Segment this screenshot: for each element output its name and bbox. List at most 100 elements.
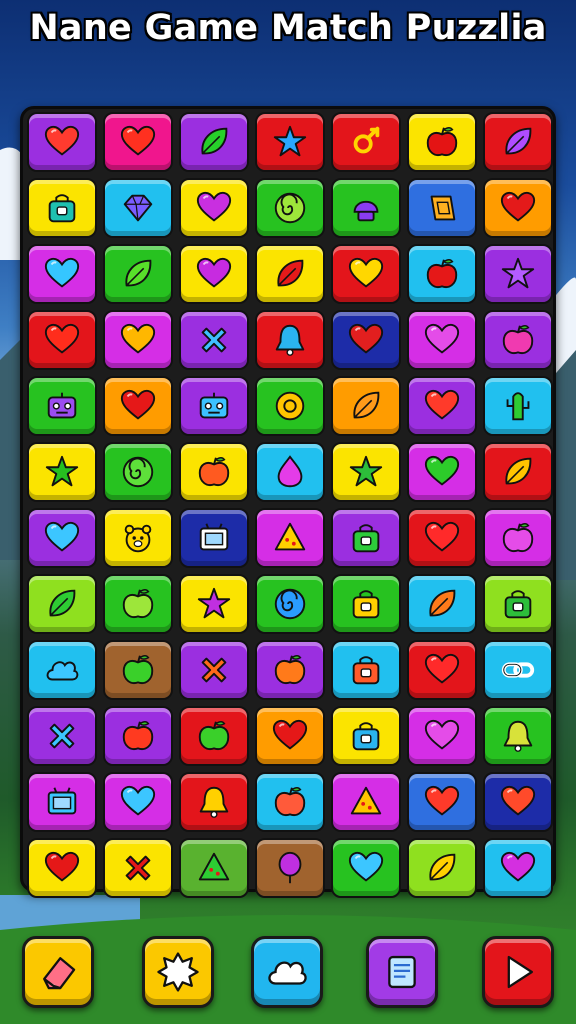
board-tile[interactable] bbox=[255, 376, 325, 436]
board-tile[interactable] bbox=[483, 244, 553, 304]
heart-icon bbox=[120, 389, 156, 420]
board-tile[interactable] bbox=[179, 376, 249, 436]
board-tile[interactable] bbox=[27, 508, 97, 568]
board-tile[interactable] bbox=[255, 442, 325, 502]
apple-icon bbox=[502, 523, 534, 552]
board-tile[interactable] bbox=[407, 508, 477, 568]
board-tile[interactable] bbox=[331, 640, 401, 700]
board-tile[interactable] bbox=[103, 244, 173, 304]
board-tile[interactable] bbox=[483, 442, 553, 502]
board-tile[interactable] bbox=[483, 112, 553, 172]
eraser-button[interactable] bbox=[22, 936, 94, 1008]
board-tile[interactable] bbox=[483, 310, 553, 370]
board-tile[interactable] bbox=[407, 178, 477, 238]
board-tile[interactable] bbox=[255, 706, 325, 766]
board-tile[interactable] bbox=[483, 706, 553, 766]
board-tile[interactable] bbox=[407, 310, 477, 370]
board-tile[interactable] bbox=[483, 640, 553, 700]
board-tile[interactable] bbox=[255, 178, 325, 238]
board-tile[interactable] bbox=[103, 640, 173, 700]
board-tile[interactable] bbox=[103, 706, 173, 766]
board-tile[interactable] bbox=[27, 640, 97, 700]
board-tile[interactable] bbox=[255, 244, 325, 304]
board-tile[interactable] bbox=[407, 574, 477, 634]
heart-icon bbox=[424, 785, 460, 816]
board-tile[interactable] bbox=[483, 178, 553, 238]
board-tile[interactable] bbox=[179, 442, 249, 502]
board-tile[interactable] bbox=[407, 772, 477, 832]
board-tile[interactable] bbox=[331, 706, 401, 766]
hint-button[interactable] bbox=[366, 936, 438, 1008]
heart-icon bbox=[120, 785, 156, 816]
board-tile[interactable] bbox=[331, 574, 401, 634]
board-tile[interactable] bbox=[483, 772, 553, 832]
board-tile[interactable] bbox=[407, 706, 477, 766]
board-tile[interactable] bbox=[179, 112, 249, 172]
board-tile[interactable] bbox=[179, 508, 249, 568]
board-tile[interactable] bbox=[179, 310, 249, 370]
board-tile[interactable] bbox=[331, 376, 401, 436]
shuffle-button[interactable] bbox=[251, 936, 323, 1008]
heart-icon bbox=[424, 323, 460, 354]
board-tile[interactable] bbox=[407, 838, 477, 898]
board-tile[interactable] bbox=[331, 310, 401, 370]
board-tile[interactable] bbox=[27, 838, 97, 898]
board-tile[interactable] bbox=[27, 310, 97, 370]
board-tile[interactable] bbox=[407, 244, 477, 304]
board-tile[interactable] bbox=[27, 376, 97, 436]
board-tile[interactable] bbox=[407, 376, 477, 436]
board-tile[interactable] bbox=[483, 508, 553, 568]
board-tile[interactable] bbox=[179, 640, 249, 700]
play-button[interactable] bbox=[482, 936, 554, 1008]
board-tile[interactable] bbox=[179, 772, 249, 832]
board-tile[interactable] bbox=[331, 508, 401, 568]
board-tile[interactable] bbox=[331, 178, 401, 238]
board-tile[interactable] bbox=[27, 442, 97, 502]
board-tile[interactable] bbox=[331, 442, 401, 502]
board-tile[interactable] bbox=[103, 574, 173, 634]
board-tile[interactable] bbox=[179, 244, 249, 304]
board-tile[interactable] bbox=[103, 376, 173, 436]
board-tile[interactable] bbox=[331, 772, 401, 832]
board-tile[interactable] bbox=[27, 244, 97, 304]
board-tile[interactable] bbox=[407, 442, 477, 502]
board-tile[interactable] bbox=[179, 838, 249, 898]
board-tile[interactable] bbox=[483, 376, 553, 436]
board-tile[interactable] bbox=[27, 706, 97, 766]
board-tile[interactable] bbox=[483, 574, 553, 634]
bomb-button[interactable] bbox=[142, 936, 214, 1008]
board-tile[interactable] bbox=[179, 178, 249, 238]
bell-icon bbox=[199, 786, 229, 818]
board-tile[interactable] bbox=[103, 178, 173, 238]
board-tile[interactable] bbox=[255, 574, 325, 634]
board-tile[interactable] bbox=[483, 838, 553, 898]
board-tile[interactable] bbox=[255, 838, 325, 898]
board-tile[interactable] bbox=[255, 508, 325, 568]
board-tile[interactable] bbox=[255, 112, 325, 172]
board-tile[interactable] bbox=[179, 574, 249, 634]
board-tile[interactable] bbox=[103, 112, 173, 172]
game-title: Nane Game Match Puzzlia bbox=[29, 8, 547, 48]
gem-icon bbox=[123, 194, 153, 222]
bear-icon bbox=[124, 524, 152, 553]
board-tile[interactable] bbox=[179, 706, 249, 766]
board-tile[interactable] bbox=[103, 838, 173, 898]
board-tile[interactable] bbox=[103, 310, 173, 370]
board-tile[interactable] bbox=[103, 442, 173, 502]
board-tile[interactable] bbox=[255, 310, 325, 370]
board-tile[interactable] bbox=[255, 772, 325, 832]
board-tile[interactable] bbox=[27, 112, 97, 172]
board-tile[interactable] bbox=[27, 574, 97, 634]
board-tile[interactable] bbox=[27, 772, 97, 832]
heart-icon bbox=[44, 521, 80, 552]
board-tile[interactable] bbox=[407, 640, 477, 700]
board-tile[interactable] bbox=[103, 772, 173, 832]
star-icon bbox=[501, 257, 535, 289]
board-tile[interactable] bbox=[331, 244, 401, 304]
board-tile[interactable] bbox=[331, 112, 401, 172]
board-tile[interactable] bbox=[255, 640, 325, 700]
board-tile[interactable] bbox=[331, 838, 401, 898]
board-tile[interactable] bbox=[27, 178, 97, 238]
board-tile[interactable] bbox=[407, 112, 477, 172]
board-tile[interactable] bbox=[103, 508, 173, 568]
